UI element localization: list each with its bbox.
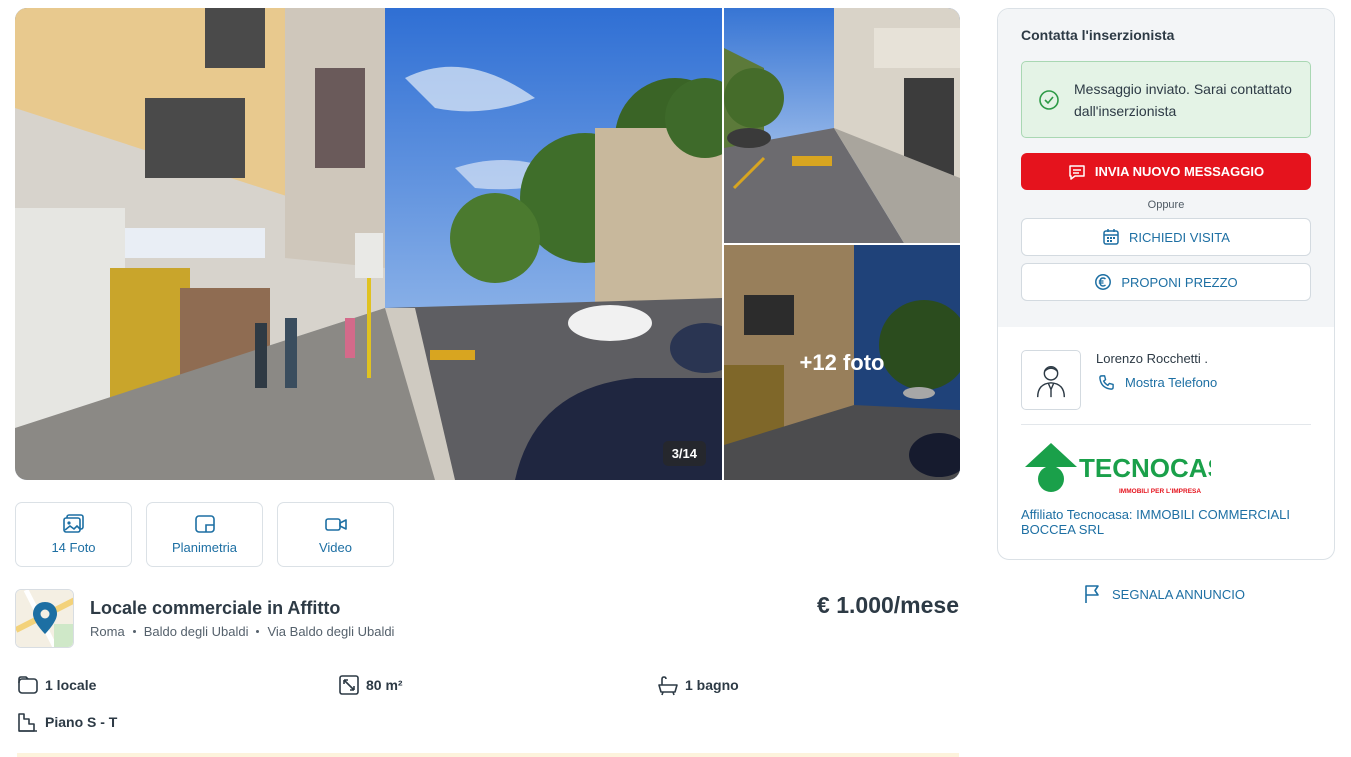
request-visit-label: RICHIEDI VISITA: [1129, 229, 1230, 245]
euro-icon: [1095, 274, 1112, 290]
feature-area: 80 m²: [338, 674, 403, 696]
area-value: 80 m²: [366, 677, 403, 693]
address-separator: [132, 630, 136, 633]
feature-bathrooms: 1 bagno: [657, 674, 739, 696]
main-photo[interactable]: 3/14: [15, 8, 722, 480]
bathtub-icon: [658, 676, 678, 696]
show-phone-label: Mostra Telefono: [1125, 375, 1218, 390]
floor-value: Piano S - T: [45, 714, 118, 730]
media-buttons: 14 Foto Planimetria Video: [15, 502, 394, 567]
or-separator: Oppure: [1147, 199, 1185, 211]
bathrooms-value: 1 bagno: [685, 677, 739, 693]
video-button[interactable]: Video: [277, 502, 394, 567]
address-city: Roma: [90, 624, 125, 639]
contact-card: Contatta l'inserzionista Messaggio invia…: [997, 8, 1335, 560]
street-bus-lane-image: [724, 8, 960, 243]
report-listing-link[interactable]: SEGNALA ANNUNCIO: [1083, 584, 1245, 604]
photo-icon: [62, 514, 84, 533]
agency-name-link[interactable]: Affiliato Tecnocasa: IMMOBILI COMMERCIAL…: [1021, 507, 1321, 537]
phone-icon: [1099, 375, 1114, 390]
video-button-label: Video: [318, 540, 352, 555]
request-visit-button[interactable]: RICHIEDI VISITA: [1021, 218, 1311, 256]
agency-logo-tagline: IMMOBILI PER L'IMPRESA: [1119, 488, 1201, 495]
agency-logo[interactable]: TECNOCASA IMMOBILI PER L'IMPRESA: [1021, 441, 1244, 499]
propose-price-button[interactable]: PROPONI PREZZO: [1021, 263, 1311, 301]
stairs-icon: [18, 713, 37, 732]
report-label: SEGNALA ANNUNCIO: [1112, 586, 1245, 602]
more-photos-overlay[interactable]: +12 foto: [724, 245, 960, 480]
photo-counter: 3/14: [662, 441, 706, 466]
agent-name: Lorenzo Rocchetti .: [1096, 351, 1209, 366]
rooms-value: 1 locale: [45, 677, 97, 693]
tecnocasa-logo: TECNOCASA IMMOBILI PER L'IMPRESA: [1025, 443, 1244, 495]
agent-avatar: [1021, 350, 1081, 410]
map-pin-icon: [16, 590, 73, 647]
floorplan-icon: [194, 515, 215, 533]
success-message-text: Messaggio inviato. Sarai contattato dall…: [1074, 80, 1292, 119]
map-thumbnail[interactable]: [15, 589, 74, 648]
calendar-icon: [1103, 229, 1119, 245]
floorplan-button[interactable]: Planimetria: [146, 502, 263, 567]
street-photo-image: [15, 8, 722, 480]
photo-gallery: 3/14 +12 foto: [15, 8, 960, 480]
feature-floor: Piano S - T: [17, 711, 117, 733]
thumbnail-photo-2[interactable]: +12 foto: [724, 245, 960, 480]
floorplan-button-label: Planimetria: [171, 540, 238, 555]
contact-title: Contatta l'inserzionista: [1021, 27, 1175, 43]
address-separator: [256, 630, 260, 633]
thumbnail-photo-1[interactable]: [724, 8, 960, 243]
agent-person-icon: [1036, 365, 1066, 398]
check-circle-icon: [1039, 89, 1059, 110]
photos-button[interactable]: 14 Foto: [15, 502, 132, 567]
propose-price-label: PROPONI PREZZO: [1121, 274, 1238, 290]
feature-rooms: 1 locale: [17, 674, 96, 696]
area-icon: [339, 675, 359, 695]
listing-title: Locale commerciale in Affitto: [90, 598, 341, 618]
flag-icon: [1085, 585, 1099, 603]
photos-button-label: 14 Foto: [51, 540, 96, 555]
highlight-strip: [17, 753, 959, 757]
success-message-box: Messaggio inviato. Sarai contattato dall…: [1021, 61, 1311, 138]
address-zone: Baldo degli Ubaldi: [143, 624, 249, 639]
address-street: Via Baldo degli Ubaldi: [267, 624, 395, 639]
show-phone-link[interactable]: Mostra Telefono: [1098, 374, 1217, 391]
listing-price: € 1.000/mese: [817, 592, 959, 618]
video-icon: [324, 518, 347, 531]
listing-address: Roma Baldo degli Ubaldi Via Baldo degli …: [90, 624, 394, 639]
rooms-icon: [18, 676, 38, 694]
message-icon: [1069, 164, 1085, 180]
agent-section: Lorenzo Rocchetti . Mostra Telefono: [1021, 327, 1311, 425]
new-message-button[interactable]: INVIA NUOVO MESSAGGIO: [1021, 153, 1311, 190]
agency-logo-text: TECNOCASA: [1079, 453, 1211, 483]
new-message-label: INVIA NUOVO MESSAGGIO: [1094, 164, 1265, 179]
contact-form-section: Contatta l'inserzionista Messaggio invia…: [998, 9, 1334, 327]
